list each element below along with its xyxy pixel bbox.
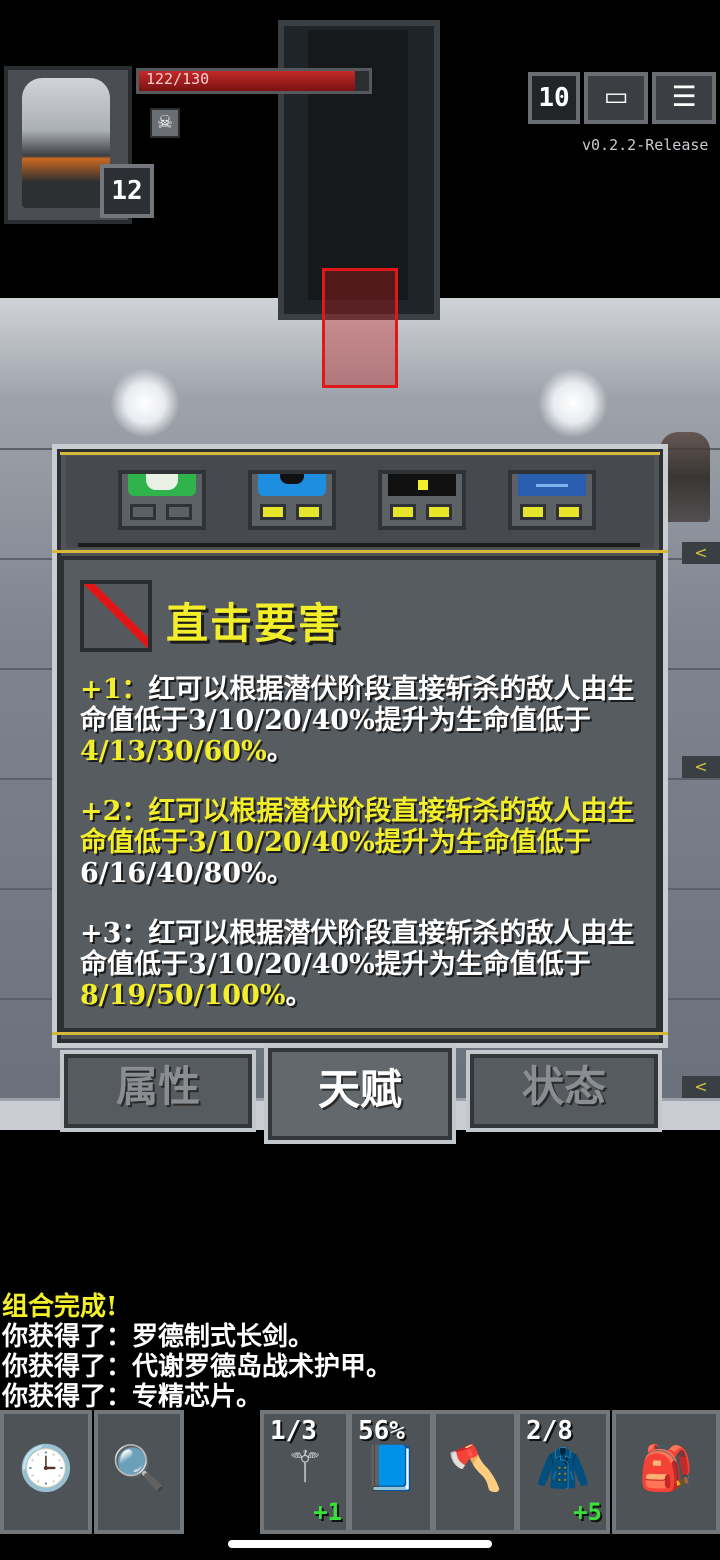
home-indicator[interactable] xyxy=(228,1540,492,1548)
backpack-button[interactable]: 🎒 xyxy=(612,1410,720,1534)
quickslot-charges: 1/3 xyxy=(270,1416,317,1446)
journal-icon: ▭ xyxy=(603,82,629,112)
armor-navy-icon xyxy=(518,474,586,496)
quickslot-1[interactable]: ⚚ 1/3 +1 xyxy=(260,1410,350,1534)
menu-button[interactable]: ☰ xyxy=(652,72,716,124)
talent-level-suffix: 。 xyxy=(266,858,294,889)
armor-black-icon xyxy=(388,474,456,496)
talent-level-1: +1：红可以根据潜伏阶段直接斩杀的敌人由生命值低于3/10/20/40%提升为生… xyxy=(80,674,640,767)
talent-title: 直击要害 xyxy=(166,599,343,648)
equipment-slot-4[interactable] xyxy=(508,470,596,530)
talent-level-text: 红可以根据潜伏阶段直接斩杀的敌人由生命值低于3/10/20/40%提升为生命值低… xyxy=(80,918,635,980)
journal-button[interactable]: ▭ xyxy=(584,72,648,124)
quickslot-4[interactable]: 🧥 2/8 +5 xyxy=(516,1410,610,1534)
divider xyxy=(78,543,640,547)
log-line: 你获得了：专精芯片。 xyxy=(2,1382,263,1412)
version-label: v0.2.2-Release xyxy=(582,136,709,154)
talent-level-suffix: 。 xyxy=(285,980,313,1011)
equipment-slot-1[interactable] xyxy=(118,470,206,530)
hp-text: 122/130 xyxy=(146,70,210,88)
hero-avatar xyxy=(22,78,110,208)
search-button[interactable]: 🔍 xyxy=(94,1410,184,1534)
wand-icon: ⚚ xyxy=(285,1442,325,1493)
tab-status[interactable]: 状态 xyxy=(466,1050,662,1132)
talent-level-prefix: +3： xyxy=(80,918,149,949)
quickslot-upgrade: +5 xyxy=(573,1498,602,1526)
red-slash-icon xyxy=(80,580,152,652)
book-icon: 📘 xyxy=(363,1443,419,1494)
red-gate xyxy=(322,268,398,388)
talent-level-prefix: +2： xyxy=(80,796,149,827)
menu-icon: ☰ xyxy=(671,80,697,113)
quickslot-charges: 56% xyxy=(358,1416,405,1446)
talent-level-suffix: 。 xyxy=(266,736,294,767)
skull-icon[interactable]: ☠ xyxy=(150,108,180,138)
axe-icon: 🪓 xyxy=(447,1443,503,1494)
level-badge: 12 xyxy=(100,164,154,218)
quickslot-charges: 2/8 xyxy=(526,1416,573,1446)
exit-arrow-icon: < xyxy=(682,756,720,778)
exit-arrow-icon: < xyxy=(682,542,720,564)
cloak-icon: 🧥 xyxy=(535,1443,591,1494)
talent-level-values: 8/19/50/100% xyxy=(80,980,286,1011)
clock-icon: 🕒 xyxy=(18,1443,74,1494)
talent-level-values: 4/13/30/60% xyxy=(80,736,267,767)
depth-indicator-button[interactable]: 10 xyxy=(528,72,580,124)
equipment-slot-2[interactable] xyxy=(248,470,336,530)
talent-level-text: 红可以根据潜伏阶段直接斩杀的敌人由生命值低于3/10/20/40%提升为生命值低… xyxy=(80,796,635,858)
equipment-slot-3[interactable] xyxy=(378,470,466,530)
quickslot-upgrade: +1 xyxy=(313,1498,342,1526)
tab-talents[interactable]: 天赋 xyxy=(264,1044,456,1144)
talent-level-text: 红可以根据潜伏阶段直接斩杀的敌人由生命值低于3/10/20/40%提升为生命值低… xyxy=(80,674,635,736)
talent-level-3: +3：红可以根据潜伏阶段直接斩杀的敌人由生命值低于3/10/20/40%提升为生… xyxy=(80,918,640,1011)
backpack-icon: 🎒 xyxy=(638,1443,694,1494)
armor-green-icon xyxy=(128,474,196,496)
quickslot-2[interactable]: 📘 56% xyxy=(348,1410,434,1534)
talent-level-prefix: +1： xyxy=(80,674,149,705)
tab-attributes[interactable]: 属性 xyxy=(60,1050,256,1132)
talent-level-values: 6/16/40/80% xyxy=(80,858,267,889)
talent-level-2: +2：红可以根据潜伏阶段直接斩杀的敌人由生命值低于3/10/20/40%提升为生… xyxy=(80,796,640,889)
armor-blue-icon xyxy=(258,474,326,496)
wait-button[interactable]: 🕒 xyxy=(0,1410,92,1534)
quickslot-3[interactable]: 🪓 xyxy=(432,1410,518,1534)
exit-arrow-icon: < xyxy=(682,1076,720,1098)
magnifier-icon: 🔍 xyxy=(111,1443,167,1494)
